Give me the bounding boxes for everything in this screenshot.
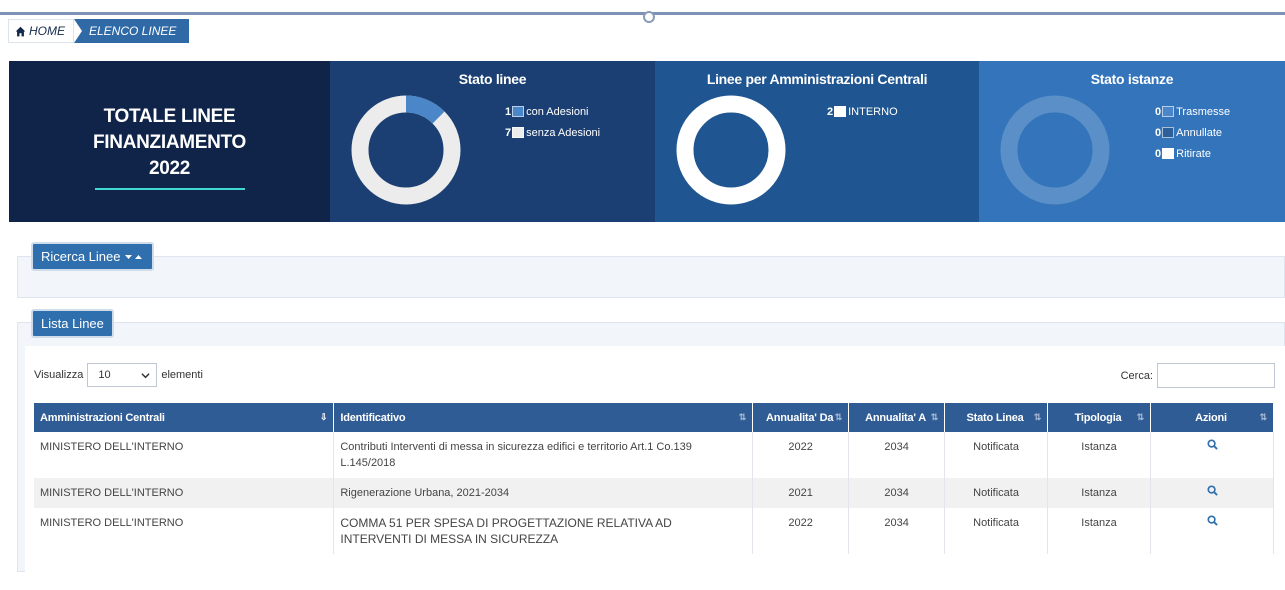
search-input[interactable] <box>1157 363 1275 388</box>
sort-icon: ⇅ <box>1136 412 1145 422</box>
legend-item: 2 INTERNO <box>827 105 898 118</box>
table-row: MINISTERO DELL'INTERNO Rigenerazione Urb… <box>34 478 1274 508</box>
cell-stato: Notificata <box>944 478 1049 508</box>
show-prefix: Visualizza <box>34 369 84 381</box>
sort-icon: ⇅ <box>738 412 747 422</box>
cell-azioni <box>1150 478 1274 508</box>
cell-amministrazione: MINISTERO DELL'INTERNO <box>34 478 335 508</box>
cell-tipologia: Istanza <box>1047 478 1152 508</box>
search-icon[interactable] <box>1206 485 1218 496</box>
stats-banner: TOTALE LINEE FINANZIAMENTO 2022 Stato li… <box>9 61 1285 222</box>
cell-amministrazione: MINISTERO DELL'INTERNO <box>34 432 335 478</box>
ricerca-label: Ricerca Linee <box>41 249 121 264</box>
cell-identificativo: COMMA 51 PER SPESA DI PROGETTAZIONE RELA… <box>333 508 754 554</box>
amministrazioni-panel: Linee per Amministrazioni Centrali 2 INTE… <box>655 61 979 222</box>
col-annualita-da[interactable]: Annualita' Da ⇅ <box>752 403 850 432</box>
stato-istanze-title: Stato istanze <box>1090 71 1174 87</box>
stato-istanze-panel: Stato istanze 0 Trasmesse 0 Annullate 0 Rit… <box>979 61 1285 222</box>
search-label: Cerca: <box>1120 369 1153 382</box>
home-icon <box>15 26 26 36</box>
amministrazioni-donut[interactable] <box>675 94 787 206</box>
cell-annualita-a: 2034 <box>848 478 946 508</box>
lista-label: Lista Linee <box>41 316 104 331</box>
legend-item: 7 senza Adesioni <box>505 126 601 139</box>
stato-linee-title: Stato linee <box>458 71 527 87</box>
toggle-arrows-icon <box>124 254 142 259</box>
col-stato-linea[interactable]: Stato Linea ⇅ <box>944 403 1049 432</box>
table-row: MINISTERO DELL'INTERNO Contributi Interv… <box>34 432 1274 478</box>
cell-amministrazione: MINISTERO DELL'INTERNO <box>34 508 335 554</box>
cell-stato: Notificata <box>944 508 1049 554</box>
show-suffix: elementi <box>161 369 203 381</box>
cell-annualita-a: 2034 <box>848 508 946 554</box>
cell-identificativo: Rigenerazione Urbana, 2021-2034 <box>333 478 754 508</box>
page-size-select[interactable]: 10 <box>87 363 158 387</box>
breadcrumb: HOME ELENCO LINEE <box>8 19 190 43</box>
amministrazioni-title: Linee per Amministrazioni Centrali <box>706 71 928 87</box>
stato-linee-legend: 1 con Adesioni 7 senza Adesioni <box>505 101 600 143</box>
table-header-row: Amministrazioni Centrali ⇩ Identificativo… <box>34 403 1274 432</box>
ricerca-toggle-button[interactable]: Ricerca Linee <box>31 242 154 271</box>
cell-azioni <box>1150 432 1274 478</box>
search-icon[interactable] <box>1206 515 1218 526</box>
col-tipologia[interactable]: Tipologia ⇅ <box>1047 403 1152 432</box>
table-row: MINISTERO DELL'INTERNO COMMA 51 PER SPES… <box>34 508 1274 554</box>
stato-linee-donut[interactable] <box>350 94 462 206</box>
legend-item: 0 Trasmesse <box>1155 105 1231 118</box>
breadcrumb-home-label: HOME <box>29 24 65 38</box>
breadcrumb-separator <box>74 19 82 43</box>
lista-tab-button[interactable]: Lista Linee <box>31 309 114 338</box>
cell-stato: Notificata <box>944 432 1049 478</box>
cell-annualita-a: 2034 <box>848 432 946 478</box>
lines-table: Amministrazioni Centrali ⇩ Identificativo… <box>34 403 1274 554</box>
cell-annualita-da: 2021 <box>752 478 850 508</box>
total-panel: TOTALE LINEE FINANZIAMENTO 2022 <box>9 61 330 222</box>
legend-item: 0 Ritirate <box>1155 147 1211 160</box>
page-size-value: 10 <box>98 369 111 381</box>
cell-annualita-da: 2022 <box>752 432 850 478</box>
col-azioni[interactable]: Azioni ⇅ <box>1150 403 1274 432</box>
total-year: 2022 <box>148 157 191 179</box>
amministrazioni-legend: 2 INTERNO <box>827 101 898 122</box>
col-annualita-a[interactable]: Annualita' A ⇅ <box>848 403 946 432</box>
cell-tipologia: Istanza <box>1047 432 1152 478</box>
breadcrumb-home[interactable]: HOME <box>8 19 74 43</box>
col-amministrazioni[interactable]: Amministrazioni Centrali ⇩ <box>34 403 335 432</box>
total-underline <box>94 187 245 190</box>
sort-icon: ⇅ <box>930 412 939 422</box>
cell-tipologia: Istanza <box>1047 508 1152 554</box>
table-search: Cerca: <box>1121 363 1275 388</box>
sort-asc-icon: ⇩ <box>320 412 328 422</box>
stato-istanze-donut[interactable] <box>999 94 1111 206</box>
search-icon[interactable] <box>1206 439 1218 450</box>
page-size-control: Visualizza 10 elementi <box>34 363 203 387</box>
lista-section: Lista Linee Visualizza 10 elementi Cerca… <box>17 309 1285 574</box>
sort-icon: ⇅ <box>1259 412 1268 422</box>
cell-identificativo: Contributi Interventi di messa in sicure… <box>333 432 754 478</box>
breadcrumb-current-label: ELENCO LINEE <box>89 24 177 38</box>
legend-item: 1 con Adesioni <box>505 105 589 118</box>
total-title-line1: TOTALE LINEE <box>103 105 236 127</box>
ricerca-section: Ricerca Linee <box>17 242 1285 298</box>
stato-istanze-legend: 0 Trasmesse 0 Annullate 0 Ritirate <box>1155 101 1230 164</box>
stato-linee-panel: Stato linee 1 con Adesioni 7 senza Adesion… <box>330 61 655 222</box>
sort-icon: ⇅ <box>834 412 843 422</box>
table-container: Visualizza 10 elementi Cerca: Amministra… <box>25 346 1285 574</box>
cell-annualita-da: 2022 <box>752 508 850 554</box>
cell-azioni <box>1150 508 1274 554</box>
sort-icon: ⇅ <box>1033 412 1042 422</box>
collapse-handle[interactable] <box>643 11 655 23</box>
legend-item: 0 Annullate <box>1155 126 1222 139</box>
col-identificativo[interactable]: Identificativo ⇅ <box>333 403 754 432</box>
breadcrumb-current[interactable]: ELENCO LINEE <box>74 19 190 43</box>
chevron-down-icon <box>141 372 150 378</box>
total-title-line2: FINANZIAMENTO <box>92 131 247 153</box>
